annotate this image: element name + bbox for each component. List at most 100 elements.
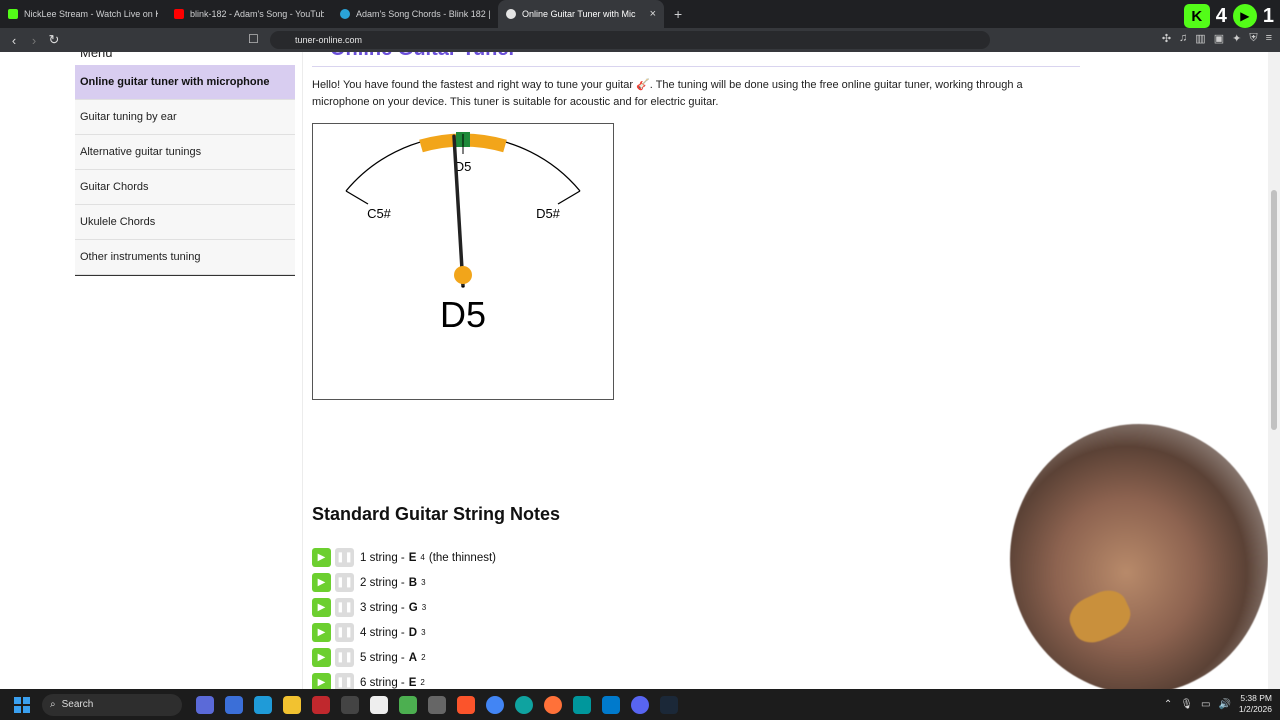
clock[interactable]: 5:38 PM 1/2/2026 — [1239, 693, 1272, 715]
bookmark-icon[interactable]: ☐ — [248, 32, 259, 46]
edge-icon[interactable] — [515, 695, 533, 714]
string-octave: 3 — [421, 603, 427, 612]
close-tab-icon[interactable]: × — [650, 8, 656, 20]
chevron-up-icon[interactable]: ⌃ — [1164, 699, 1172, 710]
vpn-icon[interactable]: ⛨ — [1249, 32, 1257, 45]
play-string-button[interactable]: ▶ — [312, 573, 331, 592]
vscode-icon[interactable] — [602, 695, 620, 714]
needle-hub — [454, 266, 472, 284]
firefox-icon[interactable] — [544, 695, 562, 714]
play-string-button[interactable]: ▶ — [312, 598, 331, 617]
intro-text: Hello! You have found the fastest and ri… — [312, 79, 1023, 108]
string-label: 3 string - — [360, 601, 405, 614]
app-icon[interactable] — [225, 695, 243, 714]
detected-note: D5 — [439, 294, 487, 335]
file-explorer-icon[interactable] — [283, 695, 301, 714]
clock-time: 5:38 PM — [1240, 693, 1272, 703]
string-row: ▶ ❚❚ 4 string - D3 — [312, 620, 496, 645]
pause-string-button[interactable]: ❚❚ — [335, 623, 354, 642]
string-label: 5 string - — [360, 651, 405, 664]
windows-taskbar: ⌕ Search ⌃ 🎙 ▭ 🔊 5:38 PM 1/2/2026 — [0, 689, 1280, 720]
tab-2[interactable]: Adam's Song Chords - Blink 182 | E-C — [332, 0, 498, 28]
play-icon[interactable]: ▶ — [1232, 4, 1257, 28]
windows-start-icon[interactable] — [14, 696, 30, 713]
tuner-widget: D5 C5# D5# D5 — [312, 123, 614, 400]
webcam-guitar-shape — [1063, 583, 1137, 650]
tab-title: Adam's Song Chords - Blink 182 | E-C — [356, 9, 490, 19]
tab-title: Online Guitar Tuner with Mic — [522, 9, 636, 19]
reload-icon[interactable]: ↻ — [44, 32, 64, 48]
wallet-icon[interactable]: ▣ — [1214, 32, 1224, 45]
media-icon[interactable]: ♫ — [1179, 32, 1187, 45]
brave-icon[interactable] — [457, 695, 475, 714]
leo-icon[interactable]: ✦ — [1232, 32, 1241, 45]
sidebar-menu: Online guitar tuner with microphone Guit… — [75, 65, 295, 276]
taskbar-search[interactable]: ⌕ Search — [42, 693, 182, 716]
string-octave: 3 — [421, 628, 426, 637]
sidebar-item-ukulele-chords[interactable]: Ukulele Chords — [75, 205, 295, 240]
pause-string-button[interactable]: ❚❚ — [335, 598, 354, 617]
discord-icon[interactable] — [631, 695, 649, 714]
new-tab-button[interactable]: + — [664, 6, 692, 22]
clock-date: 1/2/2026 — [1238, 704, 1272, 714]
gauge-right-edge — [557, 190, 581, 205]
steam-icon[interactable] — [660, 695, 678, 714]
arduino-icon[interactable] — [573, 695, 591, 714]
kick-favicon-icon — [8, 9, 18, 19]
scrollbar-thumb[interactable] — [1271, 190, 1277, 430]
play-string-button[interactable]: ▶ — [312, 623, 331, 642]
network-icon[interactable]: ▭ — [1201, 699, 1210, 710]
string-row: ▶ ❚❚ 6 string - E2 — [312, 670, 496, 689]
pause-string-button[interactable]: ❚❚ — [335, 648, 354, 667]
app-icon[interactable] — [254, 695, 272, 714]
pause-string-button[interactable]: ❚❚ — [335, 573, 354, 592]
pause-string-button[interactable]: ❚❚ — [335, 673, 354, 689]
app-icon[interactable] — [399, 695, 417, 714]
url-text: tuner-online.com — [295, 35, 363, 45]
tab-3-active[interactable]: Online Guitar Tuner with Mic × — [498, 0, 664, 28]
menu-title: Menu — [80, 52, 113, 60]
app-icon[interactable] — [312, 695, 330, 714]
play-string-button[interactable]: ▶ — [312, 673, 331, 689]
app-icon[interactable] — [341, 695, 359, 714]
page-scrollbar[interactable] — [1268, 52, 1280, 689]
play-string-button[interactable]: ▶ — [312, 548, 331, 567]
app-icon[interactable] — [428, 695, 446, 714]
string-octave: 4 — [420, 553, 425, 562]
string-note: G — [408, 601, 418, 614]
volume-icon[interactable]: 🔊 — [1218, 699, 1230, 710]
sidebar-item-other-instruments[interactable]: Other instruments tuning — [75, 240, 295, 275]
forward-icon[interactable]: › — [24, 33, 44, 48]
capcut-icon[interactable] — [370, 695, 388, 714]
string-row: ▶ ❚❚ 3 string - G3 — [312, 595, 496, 620]
app-icon[interactable] — [196, 695, 214, 714]
echords-favicon-icon — [340, 9, 350, 19]
url-field[interactable]: tuner-online.com — [270, 31, 990, 49]
strings-heading: Standard Guitar String Notes — [312, 504, 561, 524]
tuner-gauge: D5 C5# D5# — [345, 132, 581, 288]
play-string-button[interactable]: ▶ — [312, 648, 331, 667]
tuner-favicon-icon — [506, 9, 516, 19]
sidebar-item-tuning-by-ear[interactable]: Guitar tuning by ear — [75, 100, 295, 135]
puzzle-icon[interactable]: ✣ — [1162, 32, 1171, 45]
microphone-icon[interactable]: 🎙 — [1180, 699, 1193, 710]
string-row: ▶ ❚❚ 1 string - E4 (the thinnest) — [312, 545, 496, 570]
menu-icon[interactable]: ≡ — [1266, 32, 1272, 45]
tab-0[interactable]: NickLee Stream - Watch Live on K — [0, 0, 166, 28]
pause-string-button[interactable]: ❚❚ — [335, 548, 354, 567]
tab-title: blink-182 - Adam's Song - YouTube — [190, 9, 324, 19]
sidebar-item-online-tuner[interactable]: Online guitar tuner with microphone — [75, 65, 295, 100]
sidebar-item-guitar-chords[interactable]: Guitar Chords — [75, 170, 295, 205]
back-icon[interactable]: ‹ — [4, 33, 24, 48]
string-note: A — [408, 651, 418, 664]
chrome-icon[interactable] — [486, 695, 504, 714]
sidebar-item-alternative-tunings[interactable]: Alternative guitar tunings — [75, 135, 295, 170]
browser-tab-strip: NickLee Stream - Watch Live on K blink-1… — [0, 0, 1280, 28]
string-label: 6 string - — [360, 676, 405, 689]
sidebar-icon[interactable]: ▥ — [1195, 32, 1205, 45]
kick-logo-icon[interactable]: K — [1183, 4, 1210, 28]
tab-1[interactable]: blink-182 - Adam's Song - YouTube — [166, 0, 332, 28]
string-label: 4 string - — [360, 626, 405, 639]
string-note: E — [408, 551, 417, 564]
kick-count: 4 — [1215, 4, 1227, 27]
